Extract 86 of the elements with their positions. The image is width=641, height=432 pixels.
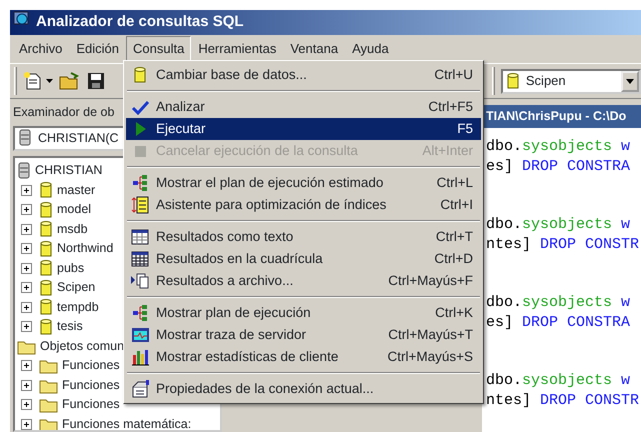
expand-icon[interactable] (21, 418, 32, 430)
menu-item[interactable]: Propiedades de la conexión actual... (126, 378, 481, 400)
database-icon (39, 278, 53, 296)
menu-item[interactable]: Mostrar el plan de ejecución estimado Ctrl+L (126, 172, 481, 194)
database-icon (39, 240, 53, 258)
expand-icon[interactable] (21, 380, 32, 390)
code-line: dbo.sysobjects w (486, 215, 632, 234)
menu-item[interactable]: Edición (69, 36, 126, 62)
grid-icon (131, 250, 149, 268)
database-icon (506, 72, 520, 90)
expand-icon[interactable] (21, 399, 32, 410)
tree-item[interactable]: model (57, 200, 92, 219)
menu-item[interactable]: Asistente para optimización de índices Ctrl+I (126, 194, 481, 216)
database-icon (133, 66, 147, 84)
database-icon (39, 181, 53, 199)
caret-icon (46, 78, 54, 84)
expand-icon[interactable] (21, 262, 32, 274)
menu-item[interactable]: Archivo (12, 36, 70, 62)
window-title: Analizador de consultas SQL (36, 12, 244, 32)
menu-item[interactable]: Herramientas (191, 36, 284, 62)
expand-icon[interactable] (21, 243, 32, 254)
tree-item[interactable]: Northwind (57, 239, 114, 258)
new-query-button[interactable] (22, 71, 54, 91)
expand-icon[interactable] (21, 204, 32, 215)
panel-title: Examinador de ob (13, 105, 114, 119)
caret-icon (626, 78, 634, 84)
tree-item[interactable]: Scipen (57, 278, 96, 297)
text-grid-icon (131, 228, 149, 246)
server-icon (17, 162, 31, 180)
code-line: ntes] DROP CONSTR (486, 234, 640, 254)
menu-item[interactable]: Analizar Ctrl+F5 (126, 96, 481, 118)
database-icon (39, 220, 53, 238)
expand-icon[interactable] (21, 184, 32, 196)
tree-item[interactable]: Funciones matemática: (62, 414, 192, 430)
tree-item[interactable]: CHRISTIAN (35, 161, 102, 180)
tree-item[interactable]: tesis (57, 317, 83, 336)
code-line: es] DROP CONSTRA (486, 156, 632, 176)
menu-item[interactable]: Mostrar traza de servidor Ctrl+Mayús+T (126, 324, 481, 346)
plan-diagram-icon (132, 174, 148, 192)
trace-monitor-icon (130, 326, 150, 344)
properties-icon (131, 380, 149, 398)
expand-icon[interactable] (21, 302, 32, 312)
editor-area[interactable]: dbo.sysobjects w es] DROP CONSTRA dbo.sysobjects w ntes] DROP CONSTR dbo.sysobjects w es] DROP CONSTRA dbo.sysobjects w ntes] DROP CONSTR (482, 128, 641, 432)
code-line: ntes] DROP CONSTR (486, 390, 640, 410)
menu-item[interactable]: Resultados en la cuadrícula Ctrl+D (126, 248, 481, 270)
database-icon (39, 298, 53, 316)
expand-icon[interactable] (21, 282, 32, 293)
server-icon (18, 129, 32, 148)
menu-item[interactable]: Ventana (283, 36, 346, 62)
database-icon (39, 318, 53, 336)
menu-item[interactable]: Resultados a archivo... Ctrl+Mayús+F (126, 270, 481, 292)
database-icon (39, 200, 53, 218)
tree-item[interactable]: Funciones (62, 356, 120, 375)
menu-item[interactable]: Cambiar base de datos... Ctrl+U (126, 64, 481, 86)
menu-item[interactable]: Mostrar estadísticas de cliente Ctrl+Mayús+S (126, 346, 481, 368)
database-combo[interactable]: Scipen (500, 68, 641, 94)
check-icon (131, 99, 149, 115)
open-folder-icon (59, 71, 82, 91)
expand-icon[interactable] (21, 321, 32, 332)
database-icon (39, 259, 53, 277)
expand-icon[interactable] (21, 360, 32, 371)
stop-icon (132, 143, 148, 159)
menu-item[interactable]: Ayuda (345, 36, 396, 62)
document-icon (22, 71, 43, 91)
wizard-icon (131, 196, 149, 214)
tree-item[interactable]: Funciones (62, 376, 120, 394)
plan-diagram-icon (132, 304, 148, 322)
menu-item[interactable]: Mostrar plan de ejecución Ctrl+K (126, 302, 481, 324)
tree-item[interactable]: Objetos comun (40, 336, 124, 356)
code-line: es] DROP CONSTRA (486, 312, 632, 332)
tree-item[interactable]: Funciones (62, 395, 120, 414)
tree-item[interactable]: pubs (57, 258, 84, 278)
menu-item[interactable]: Ejecutar F5 (126, 118, 481, 140)
file-output-icon (131, 272, 149, 290)
code-line: dbo.sysobjects w (486, 371, 632, 390)
tree-item[interactable]: master (57, 180, 96, 200)
bar-chart-icon (130, 348, 150, 366)
expand-icon[interactable] (21, 224, 32, 234)
code-line: dbo.sysobjects w (486, 293, 632, 312)
save-icon (87, 72, 106, 90)
dropdown-button[interactable] (621, 70, 639, 92)
menu-item[interactable]: Resultados como texto Ctrl+T (126, 226, 481, 248)
editor-title: TIAN\ChrisPupu - C:\Do (482, 105, 641, 128)
tree-item[interactable]: tempdb (57, 298, 99, 316)
code-line: dbo.sysobjects w (486, 137, 632, 156)
tree-item[interactable]: msdb (57, 220, 88, 238)
